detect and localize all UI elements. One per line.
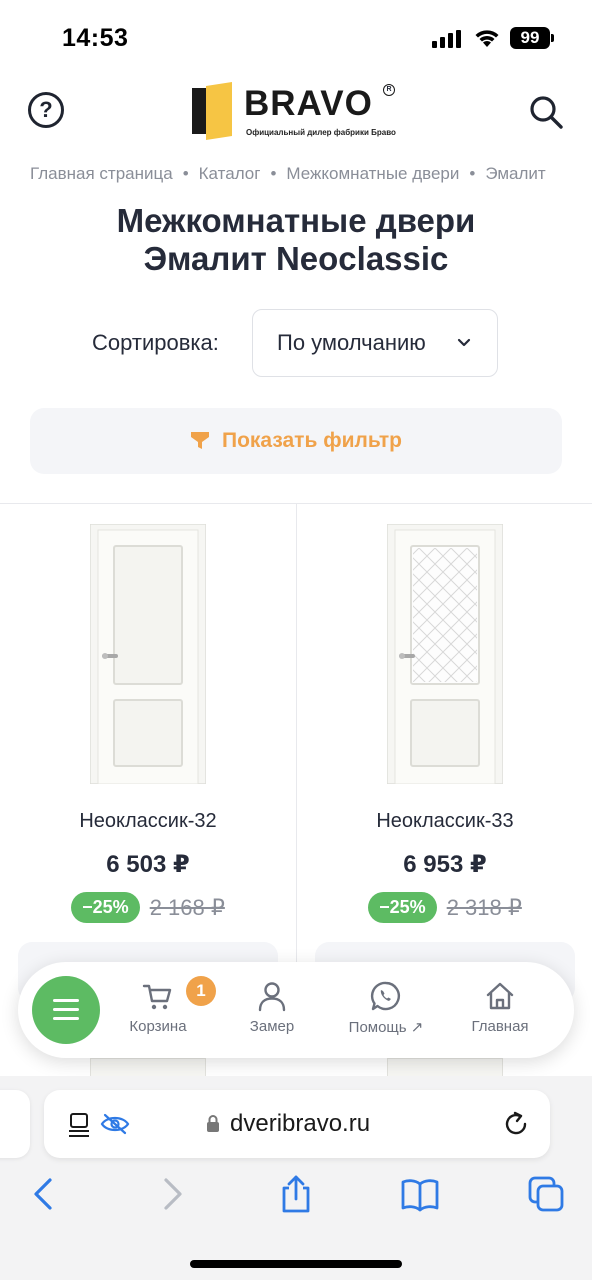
discount-badge: −25%	[71, 892, 140, 923]
tab-help-label: Помощь ↗	[348, 1019, 424, 1036]
product-name[interactable]: Неоклассик-33	[297, 810, 592, 833]
logo-tagline: Официальный дилер фабрики Браво	[246, 128, 396, 137]
url-text: dveribravo.ru	[230, 1110, 371, 1137]
question-circle-icon[interactable]: ?	[28, 92, 64, 128]
page-menu-icon[interactable]	[68, 1112, 94, 1138]
back-arrow-icon[interactable]	[24, 1174, 64, 1214]
site-header: ? BRAVO R Официальный дилер фабрики Брав…	[0, 72, 592, 152]
tab-help[interactable]: Помощь ↗	[336, 980, 436, 1036]
tabs-icon[interactable]	[526, 1174, 566, 1214]
hide-eye-icon[interactable]	[100, 1112, 130, 1136]
door-logo-icon	[192, 82, 232, 140]
previous-tab-peek[interactable]	[0, 1090, 30, 1158]
cellular-signal-icon	[432, 30, 461, 48]
cart-icon	[142, 984, 172, 1010]
forward-arrow-icon[interactable]	[152, 1174, 192, 1214]
discount-badge: −25%	[368, 892, 437, 923]
search-icon[interactable]	[526, 92, 566, 132]
show-filter-button[interactable]: Показать фильтр	[30, 408, 562, 474]
chevron-down-icon	[457, 338, 471, 347]
logo-wordmark: BRAVO	[244, 84, 373, 123]
product-name[interactable]: Неоклассик-32	[0, 810, 296, 833]
battery-indicator: 99	[510, 27, 554, 49]
page-title-line2: Эмалит Neoclassic	[143, 240, 449, 277]
door-neoclassic-32-image[interactable]	[90, 524, 206, 784]
bravo-logo[interactable]: BRAVO R Официальный дилер фабрики Браво	[192, 78, 412, 142]
product-price: 6 503 ₽	[106, 851, 190, 878]
whatsapp-icon	[370, 981, 400, 1011]
sort-label: Сортировка:	[92, 330, 219, 355]
show-filter-label: Показать фильтр	[221, 429, 403, 452]
cart-count-badge: 1	[186, 976, 216, 1006]
breadcrumb-catalog[interactable]: Каталог	[199, 164, 261, 184]
sort-select[interactable]: По умолчанию	[252, 309, 498, 377]
page-title-line1: Межкомнатные двери	[116, 202, 476, 239]
product-promo: −25% 2 168 ₽	[0, 892, 296, 923]
hamburger-icon[interactable]	[32, 976, 100, 1044]
old-price: 2 168 ₽	[149, 894, 225, 920]
user-icon	[258, 982, 286, 1012]
breadcrumb-separator: •	[182, 164, 189, 183]
status-time: 14:53	[62, 24, 129, 52]
lock-icon	[207, 1115, 219, 1132]
tab-measure[interactable]: Замер	[222, 980, 322, 1035]
breadcrumb-home[interactable]: Главная страница	[30, 164, 173, 184]
page-title: Межкомнатные двери Эмалит Neoclassic	[0, 202, 592, 278]
home-indicator	[190, 1260, 402, 1268]
tab-measure-label: Замер	[249, 1018, 295, 1035]
door-neoclassic-33-image[interactable]	[387, 524, 503, 784]
bookmarks-icon[interactable]	[400, 1174, 440, 1214]
reload-icon[interactable]	[502, 1110, 530, 1138]
old-price: 2 318 ₽	[446, 894, 522, 920]
status-bar: 14:53 99	[0, 0, 592, 72]
product-price: 6 953 ₽	[403, 851, 487, 878]
tab-home-label: Главная	[471, 1018, 529, 1035]
registered-mark: R	[383, 84, 395, 96]
breadcrumb-separator: •	[469, 164, 476, 183]
tab-cart-label: Корзина	[129, 1018, 187, 1035]
sort-selected-value: По умолчанию	[277, 330, 426, 355]
bottom-tab-bar: Корзина 1 Замер Помощь ↗ Главная	[18, 962, 574, 1058]
wifi-icon	[475, 30, 499, 47]
home-icon	[486, 982, 514, 1010]
breadcrumb-interior-doors[interactable]: Межкомнатные двери	[286, 164, 459, 184]
breadcrumb: Главная страница • Каталог • Межкомнатные дв…	[30, 164, 562, 188]
breadcrumb-current: Эмалит	[485, 164, 546, 183]
address-bar[interactable]: dveribravo.ru	[44, 1090, 550, 1158]
share-icon[interactable]	[276, 1174, 316, 1214]
tab-home[interactable]: Главная	[450, 980, 550, 1035]
product-promo: −25% 2 318 ₽	[297, 892, 592, 923]
funnel-icon	[190, 432, 209, 449]
breadcrumb-separator: •	[270, 164, 277, 183]
